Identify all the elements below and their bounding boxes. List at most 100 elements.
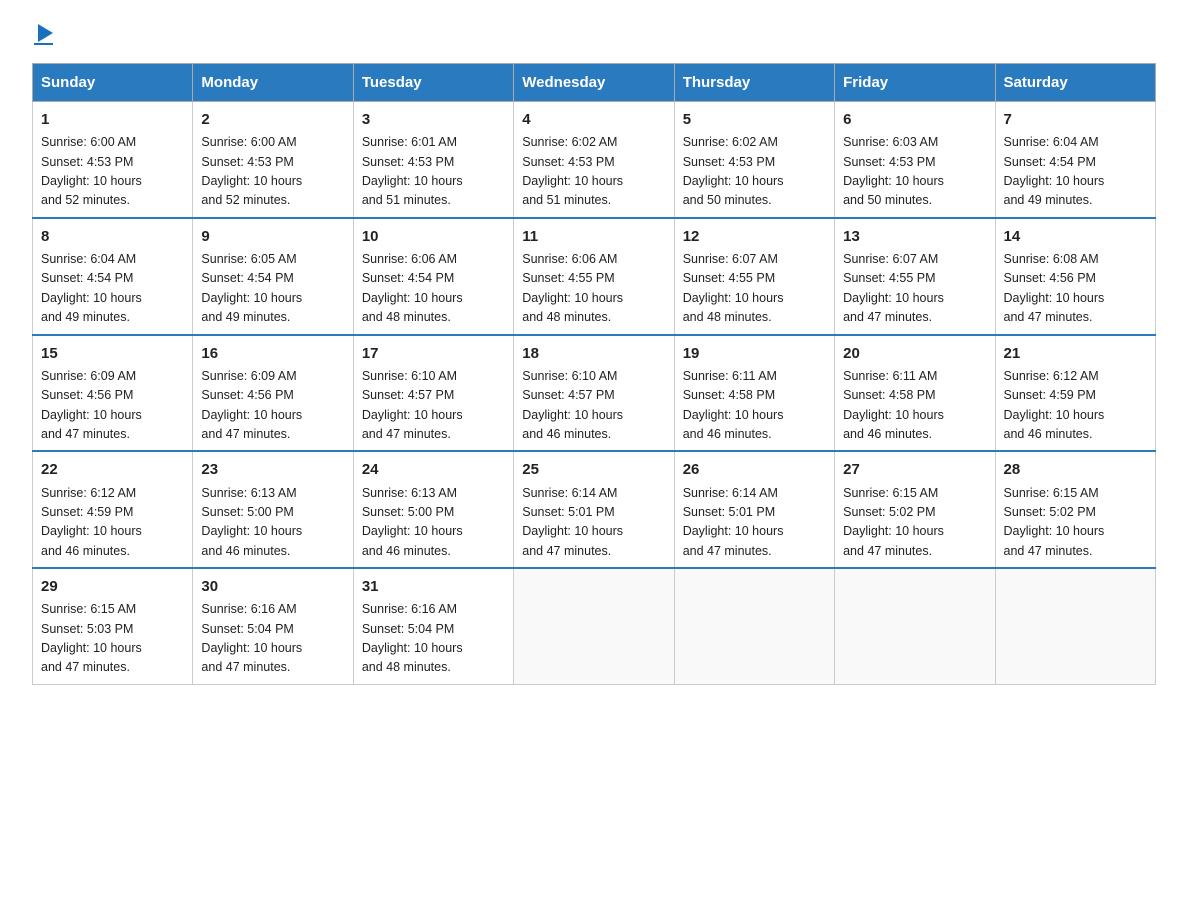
day-cell-17: 17Sunrise: 6:10 AMSunset: 4:57 PMDayligh…	[353, 335, 513, 452]
day-number: 31	[362, 575, 505, 598]
day-number: 19	[683, 342, 826, 365]
day-info-line: Sunset: 4:54 PM	[362, 271, 454, 285]
logo-arrow-icon	[38, 24, 53, 42]
day-info-line: Daylight: 10 hours	[362, 291, 463, 305]
day-info-line: Sunset: 5:04 PM	[201, 622, 293, 636]
day-number: 23	[201, 458, 344, 481]
day-info-line: Sunrise: 6:16 AM	[362, 602, 457, 616]
day-info-line: Sunrise: 6:01 AM	[362, 135, 457, 149]
empty-cell	[514, 568, 674, 684]
day-info-line: Sunset: 5:04 PM	[362, 622, 454, 636]
week-row-4: 22Sunrise: 6:12 AMSunset: 4:59 PMDayligh…	[33, 451, 1156, 568]
day-cell-31: 31Sunrise: 6:16 AMSunset: 5:04 PMDayligh…	[353, 568, 513, 684]
day-info-line: Sunrise: 6:10 AM	[522, 369, 617, 383]
weekday-header-friday: Friday	[835, 64, 995, 102]
day-info-line: Sunrise: 6:16 AM	[201, 602, 296, 616]
day-info-line: and 47 minutes.	[843, 310, 932, 324]
day-cell-25: 25Sunrise: 6:14 AMSunset: 5:01 PMDayligh…	[514, 451, 674, 568]
day-info-line: Sunrise: 6:13 AM	[201, 486, 296, 500]
day-info-line: Sunset: 4:55 PM	[683, 271, 775, 285]
day-info-line: and 46 minutes.	[362, 544, 451, 558]
day-info-line: and 47 minutes.	[201, 427, 290, 441]
day-info-line: Sunset: 4:57 PM	[522, 388, 614, 402]
day-info-line: and 46 minutes.	[1004, 427, 1093, 441]
day-info-line: Sunrise: 6:08 AM	[1004, 252, 1099, 266]
day-cell-13: 13Sunrise: 6:07 AMSunset: 4:55 PMDayligh…	[835, 218, 995, 335]
day-info-line: Sunset: 5:03 PM	[41, 622, 133, 636]
day-info-line: Sunrise: 6:05 AM	[201, 252, 296, 266]
day-number: 21	[1004, 342, 1147, 365]
day-number: 29	[41, 575, 184, 598]
day-cell-29: 29 Sunrise: 6:15 AM Sunset: 5:03 PM Dayligh…	[33, 568, 193, 684]
day-cell-22: 22Sunrise: 6:12 AMSunset: 4:59 PMDayligh…	[33, 451, 193, 568]
day-info-line: Daylight: 10 hours	[843, 291, 944, 305]
day-info-line: and 49 minutes.	[1004, 193, 1093, 207]
day-cell-1: 1Sunrise: 6:00 AMSunset: 4:53 PMDaylight…	[33, 102, 193, 218]
day-cell-5: 5Sunrise: 6:02 AMSunset: 4:53 PMDaylight…	[674, 102, 834, 218]
day-info-line: Sunrise: 6:04 AM	[1004, 135, 1099, 149]
day-info-line: Sunset: 5:02 PM	[843, 505, 935, 519]
day-number: 10	[362, 225, 505, 248]
weekday-header-thursday: Thursday	[674, 64, 834, 102]
day-info-line: Sunset: 5:00 PM	[201, 505, 293, 519]
day-info-line: and 51 minutes.	[522, 193, 611, 207]
day-info-line: and 49 minutes.	[201, 310, 290, 324]
day-info-line: Sunrise: 6:15 AM	[1004, 486, 1099, 500]
empty-cell	[835, 568, 995, 684]
day-number: 24	[362, 458, 505, 481]
day-info-line: Daylight: 10 hours	[41, 641, 142, 655]
day-number: 26	[683, 458, 826, 481]
day-cell-16: 16Sunrise: 6:09 AMSunset: 4:56 PMDayligh…	[193, 335, 353, 452]
day-info-line: Daylight: 10 hours	[41, 291, 142, 305]
day-info-line: and 46 minutes.	[522, 427, 611, 441]
day-info-line: Daylight: 10 hours	[843, 174, 944, 188]
day-info-line: and 50 minutes.	[683, 193, 772, 207]
day-info-line: Sunset: 4:53 PM	[522, 155, 614, 169]
day-info-line: and 47 minutes.	[522, 544, 611, 558]
day-cell-23: 23 Sunrise: 6:13 AM Sunset: 5:00 PM Dayligh…	[193, 451, 353, 568]
day-info-line: Daylight: 10 hours	[201, 408, 302, 422]
day-info-line: Sunset: 4:59 PM	[41, 505, 133, 519]
day-info-line: Sunset: 4:58 PM	[683, 388, 775, 402]
day-info-line: Sunrise: 6:11 AM	[843, 369, 937, 383]
weekday-header-sunday: Sunday	[33, 64, 193, 102]
day-info-line: Daylight: 10 hours	[843, 524, 944, 538]
day-info-line: Sunrise: 6:15 AM	[41, 602, 136, 616]
day-info-line: Daylight: 10 hours	[683, 408, 784, 422]
day-info-line: Sunset: 4:53 PM	[362, 155, 454, 169]
day-cell-20: 20Sunrise: 6:11 AMSunset: 4:58 PMDayligh…	[835, 335, 995, 452]
week-row-1: 1Sunrise: 6:00 AMSunset: 4:53 PMDaylight…	[33, 102, 1156, 218]
day-number: 13	[843, 225, 986, 248]
day-info-line: Daylight: 10 hours	[362, 408, 463, 422]
day-info-line: and 47 minutes.	[41, 660, 130, 674]
day-info-line: and 48 minutes.	[683, 310, 772, 324]
day-number: 5	[683, 108, 826, 131]
day-info-line: Sunrise: 6:15 AM	[843, 486, 938, 500]
day-info-line: Sunrise: 6:09 AM	[201, 369, 296, 383]
day-cell-15: 15Sunrise: 6:09 AMSunset: 4:56 PMDayligh…	[33, 335, 193, 452]
empty-cell	[995, 568, 1155, 684]
logo-underline	[34, 43, 53, 45]
weekday-header-saturday: Saturday	[995, 64, 1155, 102]
day-info-line: Sunset: 4:56 PM	[1004, 271, 1096, 285]
day-info-line: Sunset: 4:53 PM	[41, 155, 133, 169]
day-info-line: and 47 minutes.	[201, 660, 290, 674]
day-number: 14	[1004, 225, 1147, 248]
day-info-line: Sunrise: 6:07 AM	[843, 252, 938, 266]
day-info-line: Daylight: 10 hours	[1004, 524, 1105, 538]
day-info-line: Sunrise: 6:10 AM	[362, 369, 457, 383]
day-info-line: Daylight: 10 hours	[201, 524, 302, 538]
day-info-line: Daylight: 10 hours	[522, 408, 623, 422]
day-number: 1	[41, 108, 184, 131]
day-info-line: and 51 minutes.	[362, 193, 451, 207]
day-info-line: and 46 minutes.	[843, 427, 932, 441]
day-info-line: Daylight: 10 hours	[683, 174, 784, 188]
day-info-line: and 47 minutes.	[683, 544, 772, 558]
day-cell-26: 26Sunrise: 6:14 AMSunset: 5:01 PMDayligh…	[674, 451, 834, 568]
day-info-line: Daylight: 10 hours	[362, 524, 463, 538]
day-info-line: Sunrise: 6:03 AM	[843, 135, 938, 149]
day-info-line: Sunset: 4:56 PM	[201, 388, 293, 402]
day-info-line: and 46 minutes.	[201, 544, 290, 558]
day-info-line: and 48 minutes.	[362, 310, 451, 324]
day-info-line: Daylight: 10 hours	[1004, 291, 1105, 305]
